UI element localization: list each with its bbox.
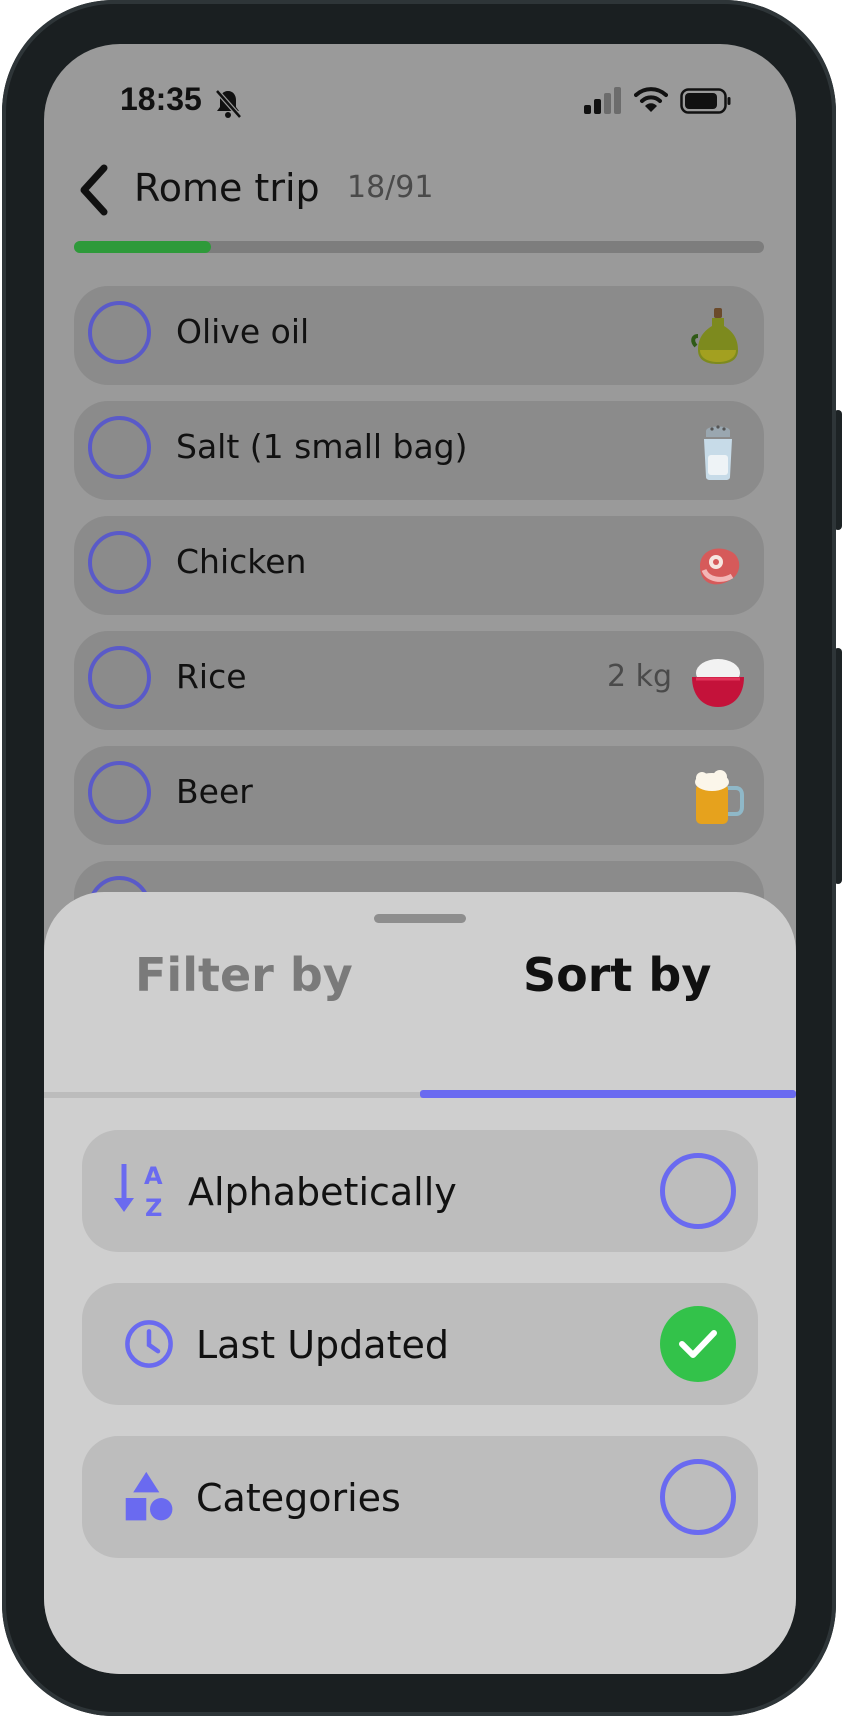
option-label: Categories [196,1476,401,1520]
svg-text:A: A [144,1162,163,1190]
checkbox-unchecked[interactable] [88,416,151,479]
bell-muted-icon [215,89,242,119]
tab-active-indicator [420,1090,796,1098]
radio-selected-check[interactable] [660,1306,736,1382]
status-time: 18:35 [120,81,202,117]
item-name: Beer [176,772,253,811]
checkmark-icon [679,1330,717,1358]
beer-mug-icon [695,770,744,824]
sort-alpha-icon: A Z [114,1162,163,1220]
sort-filter-sheet: Filter by Sort by A Z Alphabetically Las… [44,892,796,1674]
clock-icon [125,1320,173,1368]
salt-shaker-icon [704,425,732,480]
sort-option-last-updated[interactable]: Last Updated [82,1283,758,1405]
back-chevron-icon[interactable] [72,162,116,218]
item-quantity: 2 kg [606,659,672,694]
status-bar: 18:35 [44,44,796,154]
checkbox-unchecked[interactable] [88,531,151,594]
progress-bar [74,241,764,253]
phone-frame: 18:35 Rome trip 18/91 Olive oil Salt (1 … [2,0,836,1716]
list-item[interactable]: Chicken [74,516,764,615]
meat-icon [700,548,740,585]
option-label: Last Updated [196,1323,449,1367]
wifi-icon [634,87,668,112]
sort-option-alphabetically[interactable]: A Z Alphabetically [82,1130,758,1252]
battery-icon [680,88,731,114]
olive-oil-icon [691,308,738,364]
progress-fill [74,241,211,253]
list-title: Rome trip [134,166,320,210]
list-item[interactable]: Rice 2 kg [74,631,764,730]
checkbox-unchecked[interactable] [88,646,151,709]
item-name: Chicken [176,542,307,581]
list-item[interactable]: Olive oil [74,286,764,385]
item-counter: 18/91 [347,170,434,205]
checkbox-unchecked[interactable] [88,301,151,364]
svg-text:Z: Z [145,1194,162,1220]
checkbox-unchecked[interactable] [88,761,151,824]
option-label: Alphabetically [188,1170,457,1214]
tab-filter[interactable]: Filter by [135,948,353,1002]
item-name: Olive oil [176,312,310,351]
item-name: Rice [176,657,247,696]
shapes-icon [125,1471,173,1521]
sort-option-categories[interactable]: Categories [82,1436,758,1558]
radio-unselected[interactable] [660,1153,736,1229]
list-item[interactable]: Beer [74,746,764,845]
cellular-signal-icon [584,87,621,114]
phone-screen: 18:35 Rome trip 18/91 Olive oil Salt (1 … [44,44,796,1674]
rice-bowl-icon [692,659,744,707]
tab-sort[interactable]: Sort by [523,948,711,1002]
item-name: Salt (1 small bag) [176,427,468,466]
sheet-grabber[interactable] [374,914,466,923]
list-item[interactable]: Salt (1 small bag) [74,401,764,500]
radio-unselected[interactable] [660,1459,736,1535]
